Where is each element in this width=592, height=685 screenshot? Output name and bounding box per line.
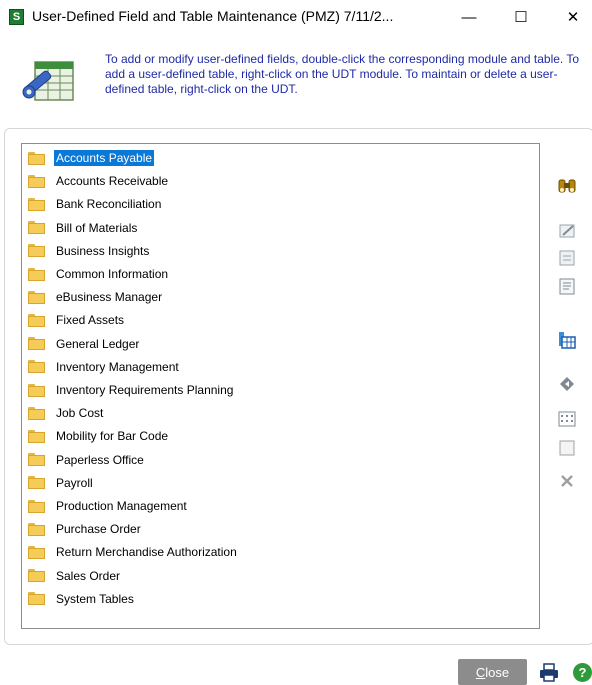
tree-item[interactable]: System Tables xyxy=(28,589,136,609)
folder-icon xyxy=(28,383,45,397)
delete-icon[interactable] xyxy=(557,471,577,491)
table-wrench-icon xyxy=(22,61,74,101)
tree-item[interactable]: Payroll xyxy=(28,473,95,493)
tree-item-label: Payroll xyxy=(56,475,93,490)
tree-item-label: Common Information xyxy=(56,267,169,281)
folder-icon xyxy=(28,522,45,536)
folder-icon xyxy=(28,197,45,211)
tree-item[interactable]: Common Information xyxy=(28,264,170,284)
close-button[interactable]: Close xyxy=(458,659,527,685)
help-icon[interactable]: ? xyxy=(573,663,592,682)
folder-icon xyxy=(28,244,45,258)
folder-icon xyxy=(28,592,45,606)
tree-item-label: General Ledger xyxy=(56,336,140,351)
tree-item-label: eBusiness Manager xyxy=(56,290,163,305)
folder-icon xyxy=(28,476,45,490)
close-button-mnemonic: C xyxy=(475,664,486,680)
tree-item-label: Paperless Office xyxy=(56,452,144,467)
close-window-button[interactable]: ✕ xyxy=(550,0,592,34)
tree-item-label: Job Cost xyxy=(56,406,104,421)
tree-item-label: Return Merchandise Authorization xyxy=(56,545,237,560)
tree-item-label: Inventory Management xyxy=(56,359,179,374)
tree-item-label: Purchase Order xyxy=(56,522,141,537)
tree-item-label: Accounts Receivable xyxy=(56,174,169,189)
binoculars-icon[interactable] xyxy=(557,176,577,196)
folder-icon xyxy=(28,569,45,583)
close-button-label: lose xyxy=(485,664,510,680)
minimize-button[interactable]: — xyxy=(446,0,492,34)
edit-field-icon[interactable] xyxy=(557,220,577,240)
folder-icon xyxy=(28,290,45,304)
tree-item[interactable]: Bank Reconciliation xyxy=(28,194,163,214)
folder-icon xyxy=(28,429,45,443)
tree-item[interactable]: Bill of Materials xyxy=(28,218,139,238)
maximize-button[interactable]: ☐ xyxy=(498,0,544,34)
module-tree[interactable]: Accounts Payable Accounts Receivable Bank … xyxy=(21,143,540,629)
tree-item[interactable]: Job Cost xyxy=(28,403,105,423)
window-title: User-Defined Field and Table Maintenance… xyxy=(32,8,394,24)
tree-item[interactable]: Purchase Order xyxy=(28,519,143,539)
tree-item[interactable]: General Ledger xyxy=(28,334,141,354)
tree-item[interactable]: Inventory Requirements Planning xyxy=(28,380,235,400)
tree-item-label: Bill of Materials xyxy=(56,220,138,235)
tree-item[interactable]: Accounts Receivable xyxy=(28,171,170,191)
tree-item[interactable]: Mobility for Bar Code xyxy=(28,426,170,446)
tree-item[interactable]: Business Insights xyxy=(28,241,151,261)
tree-item-label: Business Insights xyxy=(56,243,150,258)
app-logo-icon: S xyxy=(9,9,24,25)
tree-item-label: Bank Reconciliation xyxy=(56,197,162,212)
instructions-text: To add or modify user-defined fields, do… xyxy=(105,52,580,96)
tree-item-label: System Tables xyxy=(56,591,134,606)
folder-icon xyxy=(28,221,45,235)
grid-layout-icon[interactable] xyxy=(557,409,577,429)
folder-icon xyxy=(28,174,45,188)
folder-icon xyxy=(28,151,45,165)
tree-item-label: Inventory Requirements Planning xyxy=(56,383,234,397)
tree-item[interactable]: eBusiness Manager xyxy=(28,287,164,307)
app-logo-letter: S xyxy=(12,11,21,23)
folder-icon xyxy=(28,545,45,559)
tree-item-label: Accounts Payable xyxy=(54,150,155,166)
tree-item[interactable]: Inventory Management xyxy=(28,357,181,377)
folder-icon xyxy=(28,360,45,374)
tree-item-label: Production Management xyxy=(56,499,187,513)
folder-icon xyxy=(28,267,45,281)
title-bar: S User-Defined Field and Table Maintenan… xyxy=(0,0,592,34)
tree-item[interactable]: Sales Order xyxy=(28,566,122,586)
tree-item-label: Fixed Assets xyxy=(56,313,125,328)
tree-item[interactable]: Accounts Payable xyxy=(28,148,155,168)
navigate-icon[interactable] xyxy=(557,374,577,394)
tree-item[interactable]: Production Management xyxy=(28,496,189,516)
folder-icon xyxy=(28,406,45,420)
folder-icon xyxy=(28,337,45,351)
folder-icon xyxy=(28,313,45,327)
table-grid-icon[interactable] xyxy=(557,330,577,350)
form-icon[interactable] xyxy=(557,276,577,296)
field-properties-icon[interactable] xyxy=(557,248,577,268)
printer-icon[interactable] xyxy=(538,662,560,682)
tree-item[interactable]: Return Merchandise Authorization xyxy=(28,542,239,562)
tree-item[interactable]: Fixed Assets xyxy=(28,310,126,330)
folder-icon xyxy=(28,453,45,467)
tree-item[interactable]: Paperless Office xyxy=(28,450,146,470)
tree-item-label: Sales Order xyxy=(56,568,121,583)
blank-page-icon[interactable] xyxy=(557,438,577,458)
folder-icon xyxy=(28,499,45,513)
tree-item-label: Mobility for Bar Code xyxy=(56,429,169,444)
